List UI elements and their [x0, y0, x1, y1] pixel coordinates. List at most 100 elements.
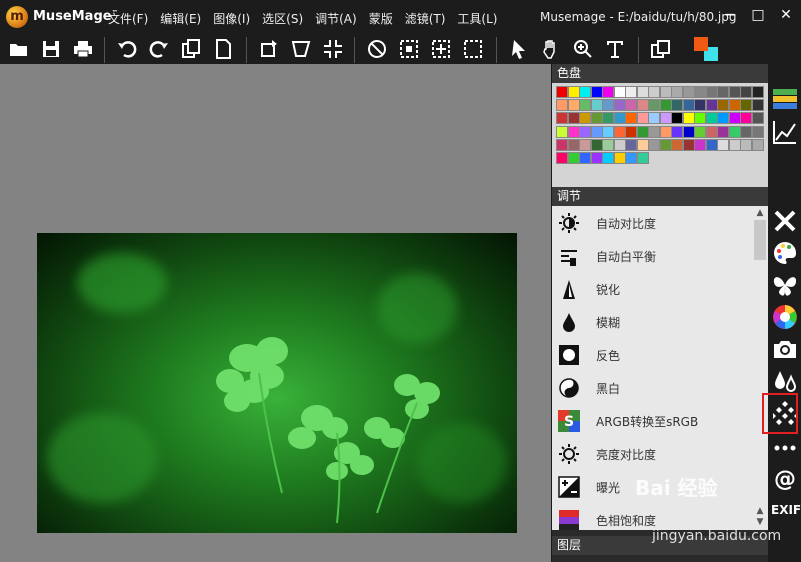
color-swatch[interactable] — [579, 152, 591, 164]
color-swatch[interactable] — [671, 125, 683, 138]
color-swatch[interactable] — [613, 125, 626, 138]
color-swatch[interactable] — [682, 138, 695, 151]
color-swatch[interactable] — [636, 86, 649, 98]
tools-icon[interactable] — [771, 207, 799, 235]
color-swatch[interactable] — [740, 86, 752, 98]
color-swatch[interactable] — [728, 99, 741, 112]
color-swatch[interactable] — [556, 125, 568, 138]
color-swatch[interactable] — [602, 125, 614, 138]
color-swatch[interactable] — [613, 86, 626, 98]
color-swatch[interactable] — [590, 99, 603, 112]
color-swatch[interactable] — [751, 125, 764, 138]
color-swatch[interactable] — [694, 99, 706, 112]
color-swatch[interactable] — [636, 112, 649, 125]
color-swatch[interactable] — [751, 86, 764, 98]
transform-icon[interactable] — [290, 38, 312, 60]
color-wheel-icon[interactable] — [771, 303, 799, 331]
color-swatch[interactable] — [671, 99, 683, 112]
color-swatch[interactable] — [717, 112, 729, 125]
open-folder-icon[interactable] — [8, 38, 30, 60]
color-swatch[interactable] — [717, 125, 729, 138]
palette-art-icon[interactable] — [771, 239, 799, 267]
color-swatch[interactable] — [602, 99, 614, 112]
color-swatch[interactable] — [717, 86, 729, 98]
adjust-item-blur[interactable]: 模糊 — [552, 305, 752, 338]
color-swatch[interactable] — [659, 112, 672, 125]
color-swatch[interactable] — [579, 125, 591, 138]
color-swatch[interactable] — [705, 138, 718, 151]
color-swatch[interactable] — [728, 86, 741, 98]
color-swatch[interactable] — [625, 112, 637, 125]
color-swap-icon[interactable] — [694, 37, 720, 63]
text-icon[interactable] — [604, 38, 626, 60]
color-swatch[interactable] — [705, 99, 718, 112]
adjust-item-sharpen[interactable]: 锐化 — [552, 272, 752, 305]
color-swatch[interactable] — [659, 99, 672, 112]
color-swatch[interactable] — [659, 125, 672, 138]
rect-select-icon[interactable] — [398, 38, 420, 60]
camera-icon[interactable] — [771, 335, 799, 363]
zoom-icon[interactable] — [572, 38, 594, 60]
color-swatch[interactable] — [751, 138, 764, 151]
color-swatch[interactable] — [717, 138, 729, 151]
more-icon[interactable] — [771, 434, 799, 462]
color-swatch[interactable] — [694, 138, 706, 151]
color-swatch[interactable] — [567, 86, 580, 98]
adjust-item-white-balance[interactable]: 自动白平衡 — [552, 239, 752, 272]
exif-button[interactable]: EXIF — [771, 503, 801, 517]
color-swatch[interactable] — [740, 99, 752, 112]
color-swatch[interactable] — [682, 112, 695, 125]
redo-icon[interactable] — [148, 38, 170, 60]
color-swatch[interactable] — [751, 99, 764, 112]
color-swatch[interactable] — [659, 138, 672, 151]
color-swatch[interactable] — [648, 99, 660, 112]
palette-tab-icon[interactable] — [771, 86, 799, 114]
color-swatch[interactable] — [567, 125, 580, 138]
color-swatch[interactable] — [717, 99, 729, 112]
minimize-icon[interactable]: − — [723, 8, 737, 22]
color-swatch[interactable] — [602, 138, 614, 151]
print-icon[interactable] — [72, 38, 94, 60]
adjust-item-black-white[interactable]: 黑白 — [552, 371, 752, 404]
butterfly-icon[interactable] — [771, 271, 799, 299]
color-swatch[interactable] — [590, 138, 603, 151]
color-swatch[interactable] — [602, 86, 614, 98]
adjust-item-argb-srgb[interactable]: S ARGB转换至sRGB — [552, 404, 752, 437]
undo-icon[interactable] — [116, 38, 138, 60]
color-swatch[interactable] — [556, 152, 568, 164]
color-swatch[interactable] — [556, 99, 568, 112]
drops-icon[interactable] — [771, 367, 799, 395]
menu-mask[interactable]: 蒙版 — [369, 10, 393, 27]
menu-edit[interactable]: 编辑(E) — [160, 10, 201, 27]
color-swatch[interactable] — [613, 99, 626, 112]
color-swatch[interactable] — [590, 112, 603, 125]
save-icon[interactable] — [40, 38, 62, 60]
menu-adjust[interactable]: 调节(A) — [315, 10, 357, 27]
menu-file[interactable]: 文件(F) — [108, 10, 148, 27]
color-swatch[interactable] — [590, 125, 603, 138]
color-swatch[interactable] — [728, 125, 741, 138]
deselect-icon[interactable] — [366, 38, 388, 60]
scroll-down-icon[interactable]: ▼ — [755, 517, 765, 527]
color-swatch[interactable] — [659, 86, 672, 98]
clover-photo[interactable] — [37, 233, 517, 533]
menu-select[interactable]: 选区(S) — [262, 10, 303, 27]
color-swatch[interactable] — [636, 125, 649, 138]
color-swatch[interactable] — [567, 138, 580, 151]
close-icon[interactable]: ✕ — [779, 8, 793, 22]
color-swatch[interactable] — [740, 125, 752, 138]
color-swatch[interactable] — [602, 152, 614, 164]
adjust-item-invert[interactable]: 反色 — [552, 338, 752, 371]
resize-icon[interactable] — [322, 38, 344, 60]
adjust-item-auto-contrast[interactable]: 自动对比度 — [552, 206, 752, 239]
color-swatch[interactable] — [705, 125, 718, 138]
color-swatch[interactable] — [556, 112, 568, 125]
color-swatch[interactable] — [705, 86, 718, 98]
color-swatch[interactable] — [625, 152, 637, 164]
at-icon[interactable]: @ — [771, 464, 799, 492]
color-swatch[interactable] — [636, 138, 649, 151]
paste-icon[interactable] — [212, 38, 234, 60]
color-swatch[interactable] — [567, 152, 580, 164]
color-swatch[interactable] — [671, 138, 683, 151]
color-swatch[interactable] — [556, 86, 568, 98]
